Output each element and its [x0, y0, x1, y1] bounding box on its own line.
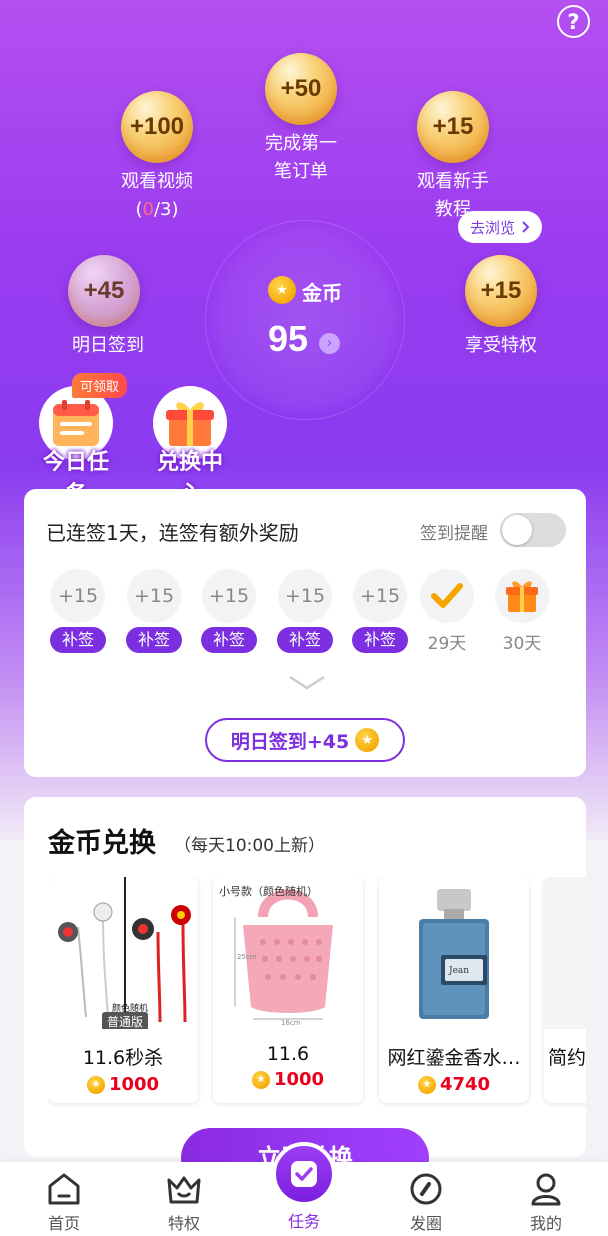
- signin-card: 已连签1天，连签有额外奖励 签到提醒 +15 补签 +15 补签 +15 补签 …: [24, 489, 586, 777]
- task-bubble-privilege[interactable]: +15: [465, 255, 537, 327]
- svg-text:Jean: Jean: [448, 966, 469, 976]
- task-bubble-tomorrow-signin[interactable]: +45: [68, 255, 140, 327]
- user-icon: [531, 1173, 561, 1206]
- task-progress: (0/3): [135, 199, 179, 220]
- remind-label: 签到提醒: [420, 524, 488, 544]
- tab-privilege[interactable]: 特权: [144, 1172, 224, 1234]
- signin-day: +15 补签: [270, 569, 340, 653]
- day-label: 29天: [427, 634, 467, 654]
- task-label-privilege: 享受特权: [465, 335, 537, 356]
- compass-icon: [410, 1173, 442, 1205]
- task-bubble-first-order[interactable]: +50: [265, 53, 337, 125]
- product-image: [544, 877, 586, 1029]
- coin-icon: ★: [355, 728, 380, 752]
- day-reward: +15: [278, 569, 332, 623]
- exchange-title: 金币兑换: [48, 828, 156, 859]
- task-label-text: 观看视频: [121, 171, 193, 192]
- signin-day: +15 补签: [43, 569, 113, 653]
- product-price: ★ 4740: [379, 1074, 529, 1095]
- chevron-right-icon: [522, 221, 530, 233]
- coin-icon: ★: [268, 276, 296, 304]
- task-bubble-watch-video[interactable]: +100: [121, 91, 193, 163]
- signin-day: 29天: [412, 569, 482, 654]
- coin-icon: ★: [251, 1070, 270, 1089]
- balance-value[interactable]: 95: [268, 318, 308, 360]
- task-label-tomorrow-signin: 明日签到: [72, 335, 144, 356]
- tab-mine[interactable]: 我的: [506, 1172, 586, 1234]
- task-bubble-tutorial[interactable]: +15: [417, 91, 489, 163]
- chevron-down-icon[interactable]: [288, 673, 326, 693]
- tab-tasks[interactable]: 任务: [264, 1208, 344, 1232]
- coin-icon: ★: [417, 1075, 436, 1094]
- task-label-first-order: 完成第一 笔订单: [265, 133, 337, 182]
- toggle-knob: [502, 515, 532, 545]
- chevron-right-icon[interactable]: ›: [319, 333, 340, 354]
- question-icon: ?: [567, 9, 580, 34]
- perfume-image: Jean: [379, 877, 529, 1029]
- image-note: 小号款（颜色随机）: [219, 885, 318, 898]
- help-button[interactable]: ?: [557, 5, 590, 38]
- go-browse-button[interactable]: 去浏览: [458, 211, 543, 243]
- tab-moments[interactable]: 发圈: [386, 1172, 466, 1234]
- claimable-badge: 可领取: [72, 373, 128, 398]
- day-label: 30天: [502, 634, 542, 654]
- task-label-watch-video: 观看视频 (0/3): [97, 168, 217, 224]
- day-reward: +15: [51, 569, 105, 623]
- product-name: 11.6: [266, 1043, 310, 1065]
- makeup-signin-button[interactable]: 补签: [50, 627, 106, 653]
- sink-basket-image: 小号款（颜色随机） 25cm 16cm: [213, 877, 363, 1029]
- signin-day: 30天: [487, 569, 557, 654]
- day-reward: +15: [353, 569, 407, 623]
- tomorrow-signin-button[interactable]: 明日签到+45 ★: [205, 718, 405, 762]
- reward-text: +45: [83, 277, 125, 304]
- home-icon: [48, 1173, 80, 1205]
- day-reward: +15: [202, 569, 256, 623]
- product-name: 11.6秒杀: [82, 1047, 164, 1069]
- reward-text: +100: [129, 113, 185, 140]
- earphone-image: 颜色随机 普通版: [48, 877, 198, 1029]
- product-list: 颜色随机 普通版 11.6秒杀 ★ 1000 小号款（颜色随机） 25cm 16c…: [48, 877, 586, 1107]
- product-name: 简约: [548, 1047, 586, 1069]
- reward-text: +50: [280, 75, 322, 102]
- crown-icon: [167, 1176, 201, 1204]
- makeup-signin-button[interactable]: 补签: [201, 627, 257, 653]
- gift-icon: [495, 569, 549, 623]
- remind-toggle[interactable]: [500, 513, 566, 547]
- image-dimension: 25cm: [237, 953, 257, 961]
- check-icon: [420, 569, 474, 623]
- product-card[interactable]: 颜色随机 普通版 11.6秒杀 ★ 1000: [48, 877, 198, 1103]
- makeup-signin-button[interactable]: 补签: [277, 627, 333, 653]
- signin-title: 已连签1天，连签有额外奖励: [46, 521, 299, 545]
- product-price: ★ 1000: [48, 1074, 198, 1095]
- progress-done: 0: [142, 199, 154, 220]
- signin-day: +15 补签: [345, 569, 415, 653]
- exchange-subtitle: （每天10:00上新）: [174, 836, 325, 856]
- balance-label: 金币: [302, 281, 342, 305]
- makeup-signin-button[interactable]: 补签: [352, 627, 408, 653]
- task-icon[interactable]: [272, 1142, 336, 1206]
- makeup-signin-button[interactable]: 补签: [126, 627, 182, 653]
- product-price: ★ 1000: [213, 1069, 363, 1090]
- product-card[interactable]: Jean 网红鎏金香水… ★ 4740: [379, 877, 529, 1103]
- reward-text: +15: [432, 113, 474, 140]
- image-dimension: 16cm: [281, 1019, 301, 1027]
- exchange-card: 金币兑换 （每天10:00上新） 颜色随机 普通版 11.6秒杀 ★ 1000 …: [24, 797, 586, 1157]
- reward-text: +15: [480, 277, 522, 304]
- coin-icon: ★: [86, 1075, 105, 1094]
- edition-tag: 普通版: [102, 1012, 149, 1029]
- day-reward: +15: [127, 569, 181, 623]
- signin-day: +15 补签: [119, 569, 189, 653]
- signin-days: +15 补签 +15 补签 +15 补签 +15 补签 +15 补签 29天 3…: [40, 569, 580, 659]
- signin-day: +15 补签: [194, 569, 264, 653]
- product-name: 网红鎏金香水…: [387, 1047, 521, 1069]
- tab-home[interactable]: 首页: [24, 1172, 104, 1234]
- product-card[interactable]: 小号款（颜色随机） 25cm 16cm 11.6 ★ 1000: [213, 877, 363, 1103]
- product-card[interactable]: 简约: [544, 877, 586, 1103]
